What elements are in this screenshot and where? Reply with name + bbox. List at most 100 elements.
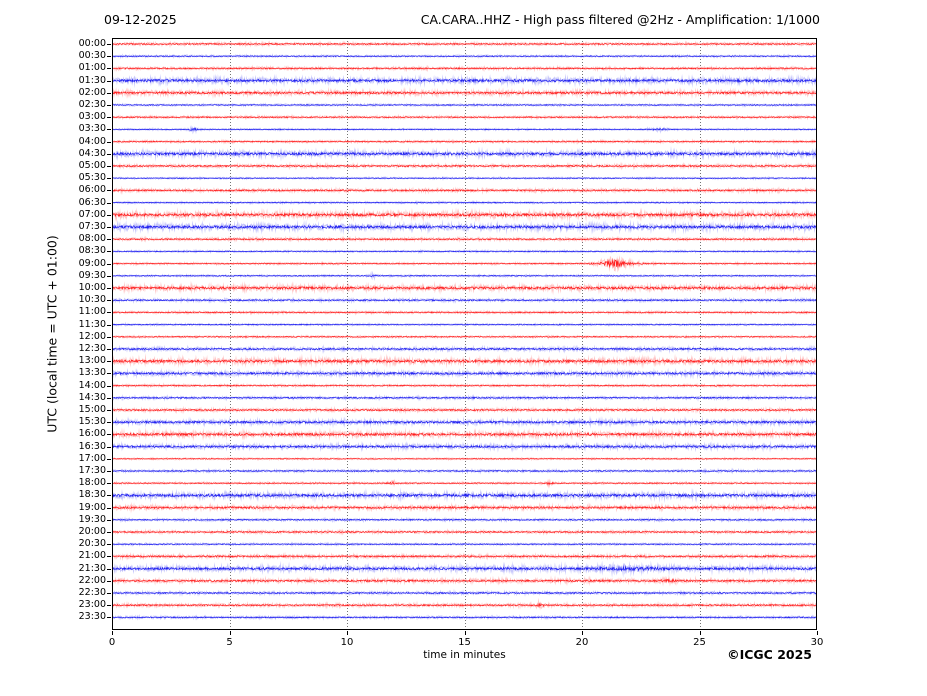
x-tick-label: 25: [693, 637, 706, 648]
y-tick-label: 18:30: [78, 489, 106, 501]
x-tick-mark: [465, 631, 466, 635]
y-tick-label: 19:30: [78, 513, 106, 525]
y-tick-label: 09:30: [78, 269, 106, 281]
y-tick-label: 09:00: [78, 257, 106, 269]
y-tick-label: 23:00: [78, 599, 106, 611]
y-tick-mark: [107, 593, 111, 594]
y-tick-label: 08:00: [78, 233, 106, 245]
y-tick-mark: [107, 142, 111, 143]
y-tick-label: 21:30: [78, 562, 106, 574]
y-tick-mark: [107, 569, 111, 570]
y-tick-label: 06:00: [78, 184, 106, 196]
x-tick-mark: [700, 631, 701, 635]
x-tick-mark: [347, 631, 348, 635]
y-tick-label: 14:30: [78, 391, 106, 403]
y-tick-mark: [107, 44, 111, 45]
y-tick-mark: [107, 129, 111, 130]
y-tick-label: 19:00: [78, 501, 106, 513]
y-tick-label: 12:30: [78, 343, 106, 354]
y-tick-label: 06:30: [78, 196, 106, 208]
y-tick-mark: [107, 520, 111, 521]
y-tick-label: 23:30: [78, 611, 106, 623]
y-tick-mark: [107, 410, 111, 411]
y-tick-label: 18:00: [78, 477, 106, 489]
y-tick-label: 10:00: [78, 282, 106, 293]
y-tick-mark: [107, 251, 111, 252]
y-tick-mark: [107, 544, 111, 545]
y-tick-label: 17:00: [78, 452, 106, 464]
y-tick-mark: [107, 56, 111, 57]
x-tick-label: 15: [458, 637, 471, 648]
y-tick-label: 22:30: [78, 587, 106, 598]
y-tick-mark: [107, 276, 111, 277]
y-tick-mark: [107, 349, 111, 350]
y-tick-mark: [107, 337, 111, 338]
y-tick-label: 20:30: [78, 538, 106, 550]
helicorder-page: 09-12-2025 CA.CARA..HHZ - High pass filt…: [0, 0, 927, 696]
y-tick-mark: [107, 483, 111, 484]
y-tick-mark: [107, 117, 111, 118]
y-tick-mark: [107, 447, 111, 448]
y-tick-label: 05:30: [78, 172, 106, 184]
y-tick-label: 01:00: [78, 62, 106, 74]
y-tick-label: 14:00: [78, 379, 106, 391]
y-tick-mark: [107, 386, 111, 387]
y-tick-label: 11:30: [78, 318, 106, 330]
y-tick-mark: [107, 239, 111, 240]
y-tick-label: 05:00: [78, 160, 106, 171]
y-tick-label: 16:30: [78, 440, 106, 452]
y-tick-label: 21:00: [78, 550, 106, 562]
y-tick-label: 04:30: [78, 147, 106, 159]
y-tick-label: 03:30: [78, 123, 106, 135]
y-tick-mark: [107, 215, 111, 216]
x-tick-mark: [582, 631, 583, 635]
plot-title: CA.CARA..HHZ - High pass filtered @2Hz -…: [420, 12, 820, 27]
y-tick-label: 08:30: [78, 245, 106, 257]
y-tick-label: 01:30: [78, 74, 106, 86]
y-tick-mark: [107, 203, 111, 204]
x-tick-mark: [230, 631, 231, 635]
y-tick-mark: [107, 471, 111, 472]
x-tick-label: 0: [108, 637, 116, 648]
y-tick-mark: [107, 325, 111, 326]
y-tick-mark: [107, 288, 111, 289]
x-tick-label: 20: [575, 637, 589, 648]
y-tick-mark: [107, 373, 111, 374]
y-tick-mark: [107, 459, 111, 460]
y-tick-mark: [107, 264, 111, 265]
x-axis-label: time in minutes: [423, 649, 506, 661]
y-tick-label: 17:30: [78, 465, 106, 476]
y-tick-mark: [107, 495, 111, 496]
y-tick-mark: [107, 154, 111, 155]
y-tick-label: 04:00: [78, 135, 106, 147]
y-tick-mark: [107, 81, 111, 82]
y-tick-label: 02:00: [78, 86, 106, 98]
y-tick-label: 07:30: [78, 221, 106, 232]
y-tick-label: 15:00: [78, 404, 106, 415]
y-tick-label: 07:00: [78, 208, 106, 220]
seismogram-traces-canvas: [112, 38, 817, 630]
y-tick-mark: [107, 166, 111, 167]
y-tick-mark: [107, 300, 111, 301]
y-tick-mark: [107, 398, 111, 399]
copyright-label: ©ICGC 2025: [727, 647, 812, 662]
y-tick-mark: [107, 434, 111, 435]
y-tick-label: 13:30: [78, 367, 106, 379]
y-tick-mark: [107, 105, 111, 106]
y-tick-mark: [107, 605, 111, 606]
y-tick-label: 10:30: [78, 294, 106, 306]
y-tick-label: 20:00: [78, 526, 106, 537]
y-tick-label: 00:00: [78, 38, 106, 49]
y-tick-label: 03:00: [78, 111, 106, 123]
x-tick-mark: [112, 631, 113, 635]
y-tick-mark: [107, 617, 111, 618]
y-tick-label: 11:00: [78, 306, 106, 318]
x-tick-label: 5: [226, 637, 233, 648]
x-tick-mark: [817, 631, 818, 635]
y-tick-mark: [107, 361, 111, 362]
y-tick-mark: [107, 508, 111, 509]
x-tick-label: 10: [340, 637, 354, 648]
y-tick-mark: [107, 178, 111, 179]
y-tick-mark: [107, 93, 111, 94]
date-label: 09-12-2025: [104, 12, 177, 27]
